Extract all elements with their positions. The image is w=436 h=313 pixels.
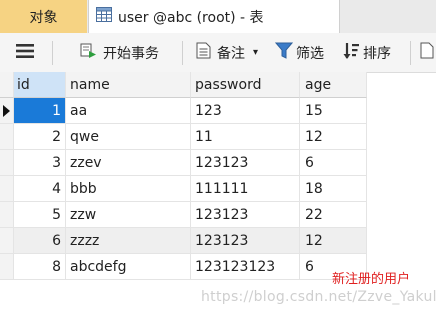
table-row[interactable]: 5 zzw 123123 22 [0, 202, 436, 228]
cell-age[interactable]: 18 [300, 176, 367, 202]
dropdown-arrow-icon[interactable]: ▾ [253, 47, 258, 58]
cell-name[interactable]: qwe [66, 124, 191, 150]
begin-transaction-label: 开始事务 [103, 45, 159, 62]
filter-icon [274, 42, 294, 63]
cell-password[interactable]: 123123 [191, 228, 300, 254]
tab-user-table-label: user @abc (root) - 表 [118, 9, 264, 26]
row-marker[interactable] [0, 202, 14, 228]
row-marker[interactable] [0, 150, 14, 176]
new-user-annotation: 新注册的用户 [332, 272, 411, 287]
cell-id[interactable]: 1 [14, 98, 66, 124]
filter-button[interactable]: 筛选 [274, 33, 324, 72]
cell-password[interactable]: 111111 [191, 176, 300, 202]
cell-password[interactable]: 123123 [191, 202, 300, 228]
cell-id[interactable]: 5 [14, 202, 66, 228]
cell-age[interactable]: 12 [300, 124, 367, 150]
menu-button[interactable] [16, 33, 34, 72]
column-header-password[interactable]: password [191, 72, 300, 98]
cell-age[interactable]: 22 [300, 202, 367, 228]
cell-id[interactable]: 8 [14, 254, 66, 280]
cell-name[interactable]: zzw [66, 202, 191, 228]
row-marker[interactable] [0, 98, 14, 124]
toolbar: 开始事务 备注 ▾ 筛选 排序 [0, 33, 436, 73]
column-header-id[interactable]: id [14, 72, 66, 98]
cell-password[interactable]: 123123123 [191, 254, 300, 280]
table-row[interactable]: 3 zzev 123123 6 [0, 150, 436, 176]
cell-id[interactable]: 6 [14, 228, 66, 254]
tab-objects-label: 对象 [29, 9, 58, 26]
hamburger-icon [16, 43, 34, 63]
column-header-age[interactable]: age [300, 72, 367, 98]
cell-name[interactable]: abcdefg [66, 254, 191, 280]
sort-button[interactable]: 排序 [343, 33, 391, 72]
toolbar-divider [52, 41, 53, 65]
sort-label: 排序 [363, 45, 391, 62]
note-label: 备注 [217, 45, 245, 62]
cell-age[interactable]: 15 [300, 98, 367, 124]
table-row[interactable]: 2 qwe 11 12 [0, 124, 436, 150]
cell-name[interactable]: bbb [66, 176, 191, 202]
more-button[interactable] [420, 33, 434, 72]
current-row-pointer-icon [3, 105, 10, 117]
note-icon [196, 42, 211, 63]
cell-password[interactable]: 11 [191, 124, 300, 150]
row-marker[interactable] [0, 124, 14, 150]
cell-id[interactable]: 3 [14, 150, 66, 176]
table-icon [96, 7, 112, 26]
column-header-name[interactable]: name [66, 72, 191, 98]
note-button[interactable]: 备注 ▾ [196, 33, 258, 72]
transaction-icon [80, 42, 97, 63]
cell-name[interactable]: zzzz [66, 228, 191, 254]
row-marker[interactable] [0, 254, 14, 280]
tab-user-table[interactable]: user @abc (root) - 表 [88, 0, 340, 33]
cell-id[interactable]: 2 [14, 124, 66, 150]
cell-name[interactable]: aa [66, 98, 191, 124]
table-row[interactable]: 6 zzzz 123123 12 [0, 228, 436, 254]
row-header-corner [0, 72, 14, 98]
cell-password[interactable]: 123123 [191, 150, 300, 176]
sort-icon [343, 42, 360, 64]
begin-transaction-button[interactable]: 开始事务 [80, 33, 159, 72]
tab-objects[interactable]: 对象 [0, 0, 87, 33]
watermark: https://blog.csdn.net/Zzve_Yakul [201, 289, 436, 305]
table-row[interactable]: 4 bbb 111111 18 [0, 176, 436, 202]
row-marker[interactable] [0, 176, 14, 202]
grid-header: id name password age [0, 72, 436, 98]
cell-name[interactable]: zzev [66, 150, 191, 176]
cell-age[interactable]: 12 [300, 228, 367, 254]
toolbar-divider [410, 41, 411, 65]
cell-id[interactable]: 4 [14, 176, 66, 202]
document-icon [420, 42, 434, 63]
cell-age[interactable]: 6 [300, 150, 367, 176]
toolbar-divider [182, 41, 183, 65]
tab-bar: 对象 user @abc (root) - 表 [0, 0, 436, 34]
cell-password[interactable]: 123 [191, 98, 300, 124]
filter-label: 筛选 [296, 45, 324, 62]
row-marker[interactable] [0, 228, 14, 254]
table-row[interactable]: 1 aa 123 15 [0, 98, 436, 124]
